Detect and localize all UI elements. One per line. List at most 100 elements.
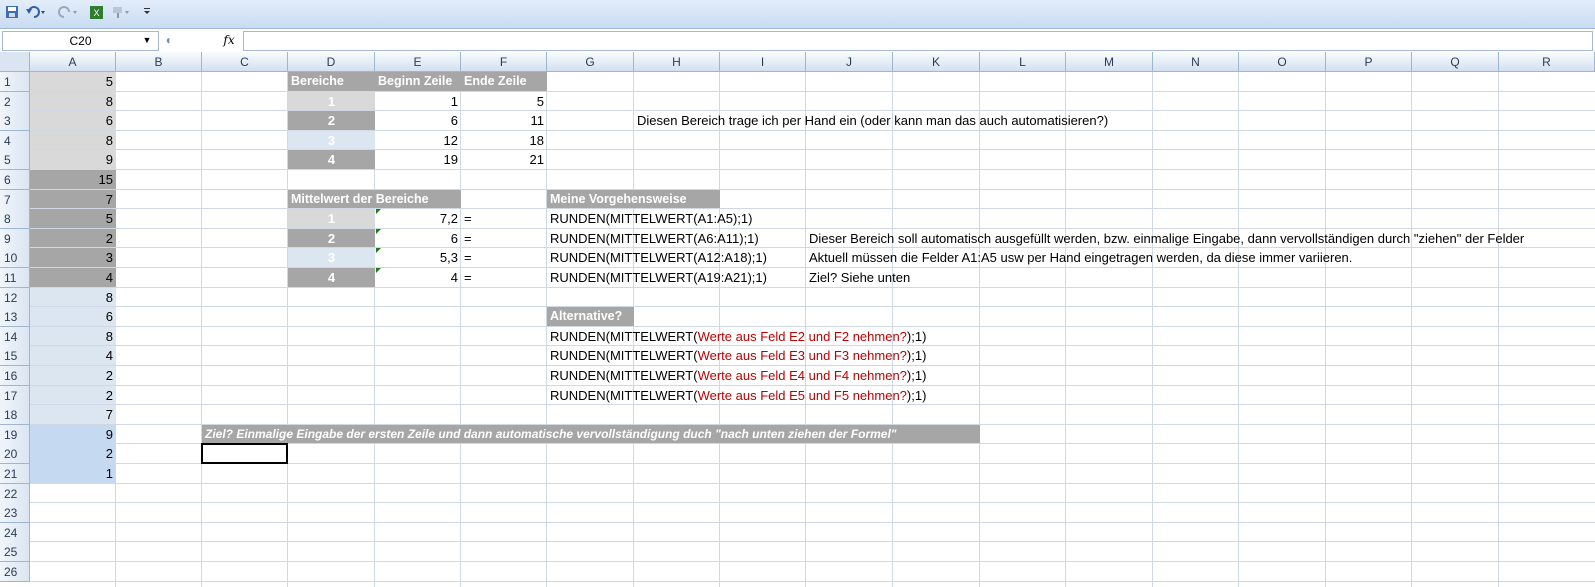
row-header-24[interactable]: 24 (0, 522, 30, 543)
cell-a4[interactable]: 8 (30, 130, 116, 150)
alternative-formula[interactable]: RUNDEN(MITTELWERT(Werte aus Feld E4 und … (547, 366, 967, 385)
column-header-H[interactable]: H (634, 52, 720, 72)
excel-icon[interactable]: X (88, 5, 104, 23)
row-header-6[interactable]: 6 (0, 170, 30, 190)
bereich-cell[interactable]: 3 (288, 130, 375, 150)
row-header-26[interactable]: 26 (0, 562, 30, 582)
selected-cell-c20[interactable] (201, 443, 288, 464)
row-header-10[interactable]: 10 (0, 248, 30, 269)
row-header-19[interactable]: 19 (0, 424, 30, 445)
cell-a14[interactable]: 8 (30, 326, 116, 346)
bereich-cell[interactable]: 4 (288, 268, 375, 287)
alternative-formula[interactable]: RUNDEN(MITTELWERT(Werte aus Feld E5 und … (547, 386, 967, 405)
column-header-I[interactable]: I (720, 52, 806, 72)
cell-a17[interactable]: 2 (30, 385, 116, 405)
mittelwert-cell[interactable]: 4 (375, 268, 461, 287)
ende-zeile-cell[interactable]: 11 (461, 111, 547, 130)
formula-text-cell[interactable]: RUNDEN(MITTELWERT(A6:A11);1) (547, 229, 807, 248)
bereich-cell[interactable]: 3 (288, 248, 375, 267)
beginn-zeile-cell[interactable]: 1 (375, 92, 461, 111)
column-header-C[interactable]: C (202, 52, 288, 72)
insert-function-button[interactable]: fx (218, 31, 240, 49)
cell-a12[interactable]: 8 (30, 287, 116, 307)
bereich-cell[interactable]: 4 (288, 150, 375, 169)
undo-icon[interactable] (24, 5, 48, 23)
column-header-Q[interactable]: Q (1412, 52, 1499, 72)
row-header-16[interactable]: 16 (0, 366, 30, 386)
row-header-14[interactable]: 14 (0, 326, 30, 347)
select-all-corner[interactable] (0, 52, 30, 72)
cell-a16[interactable]: 2 (30, 366, 116, 385)
bereich-cell[interactable]: 2 (288, 228, 375, 248)
alternative-formula[interactable]: RUNDEN(MITTELWERT(Werte aus Feld E2 und … (547, 327, 967, 346)
column-header-A[interactable]: A (30, 52, 116, 72)
cell-a5[interactable]: 9 (30, 150, 116, 169)
column-header-J[interactable]: J (806, 52, 893, 72)
column-header-R[interactable]: R (1499, 52, 1595, 72)
cell-a3[interactable]: 6 (30, 111, 116, 130)
row-header-4[interactable]: 4 (0, 130, 30, 151)
row-header-21[interactable]: 21 (0, 464, 30, 484)
row-header-15[interactable]: 15 (0, 346, 30, 367)
row-header-13[interactable]: 13 (0, 307, 30, 328)
column-header-L[interactable]: L (980, 52, 1066, 72)
formula-text-cell[interactable]: RUNDEN(MITTELWERT(A12:A18);1) (547, 248, 807, 267)
row-header-2[interactable]: 2 (0, 91, 30, 112)
row-header-11[interactable]: 11 (0, 268, 30, 288)
alternative-formula[interactable]: RUNDEN(MITTELWERT(Werte aus Feld E3 und … (547, 346, 967, 365)
mittelwert-cell[interactable]: 7,2 (375, 209, 461, 228)
column-header-M[interactable]: M (1066, 52, 1153, 72)
beginn-zeile-cell[interactable]: 6 (375, 111, 461, 130)
name-box[interactable]: C20 (2, 31, 159, 51)
column-header-G[interactable]: G (547, 52, 634, 72)
row-header-17[interactable]: 17 (0, 385, 30, 406)
cell-a2[interactable]: 8 (30, 91, 116, 111)
redo-icon[interactable] (56, 5, 80, 23)
column-header-E[interactable]: E (375, 52, 461, 72)
row-header-7[interactable]: 7 (0, 189, 30, 210)
cell-a1[interactable]: 5 (30, 72, 116, 91)
column-header-K[interactable]: K (893, 52, 980, 72)
column-header-O[interactable]: O (1239, 52, 1326, 72)
row-header-3[interactable]: 3 (0, 111, 30, 132)
formula-text-cell[interactable]: RUNDEN(MITTELWERT(A19:A21);1) (547, 268, 807, 287)
cell-a10[interactable]: 3 (30, 248, 116, 267)
cell-a18[interactable]: 7 (30, 405, 116, 424)
save-icon[interactable] (4, 5, 20, 23)
ende-zeile-cell[interactable]: 21 (461, 150, 547, 169)
cell-a19[interactable]: 9 (30, 424, 116, 444)
column-header-B[interactable]: B (116, 52, 202, 72)
cell-a13[interactable]: 6 (30, 307, 116, 326)
row-header-22[interactable]: 22 (0, 483, 30, 504)
name-box-dropdown-icon[interactable]: ▼ (140, 32, 154, 48)
formula-text-cell[interactable]: RUNDEN(MITTELWERT(A1:A5);1) (547, 209, 807, 228)
bereich-cell[interactable]: 1 (288, 209, 375, 228)
format-painter-icon[interactable] (110, 5, 132, 23)
row-header-23[interactable]: 23 (0, 503, 30, 524)
mittelwert-cell[interactable]: 6 (375, 229, 461, 248)
row-header-1[interactable]: 1 (0, 72, 30, 92)
cell-a6[interactable]: 15 (30, 170, 116, 189)
row-header-18[interactable]: 18 (0, 405, 30, 426)
row-header-5[interactable]: 5 (0, 150, 30, 171)
row-header-25[interactable]: 25 (0, 542, 30, 563)
formula-input[interactable] (243, 31, 1593, 51)
cell-a8[interactable]: 5 (30, 209, 116, 228)
row-header-9[interactable]: 9 (0, 228, 30, 249)
column-header-F[interactable]: F (461, 52, 547, 72)
chevron-down-icon[interactable] (140, 5, 154, 23)
cell-a11[interactable]: 4 (30, 268, 116, 287)
worksheet-grid[interactable]: ABCDEFGHIJKLMNOPQR 1 2 3 4 5 6 7 8 9 10 11 12 13 14 15… (0, 52, 1595, 587)
bereich-cell[interactable]: 2 (288, 111, 375, 130)
cell-a21[interactable]: 1 (30, 464, 116, 483)
column-header-N[interactable]: N (1153, 52, 1239, 72)
row-header-12[interactable]: 12 (0, 287, 30, 308)
mittelwert-cell[interactable]: 5,3 (375, 248, 461, 267)
ende-zeile-cell[interactable]: 18 (461, 131, 547, 150)
bereich-cell[interactable]: 1 (288, 91, 375, 111)
ende-zeile-cell[interactable]: 5 (461, 92, 547, 111)
row-header-20[interactable]: 20 (0, 444, 30, 465)
column-header-P[interactable]: P (1326, 52, 1412, 72)
cell-a20[interactable]: 2 (30, 444, 116, 463)
beginn-zeile-cell[interactable]: 12 (375, 131, 461, 150)
